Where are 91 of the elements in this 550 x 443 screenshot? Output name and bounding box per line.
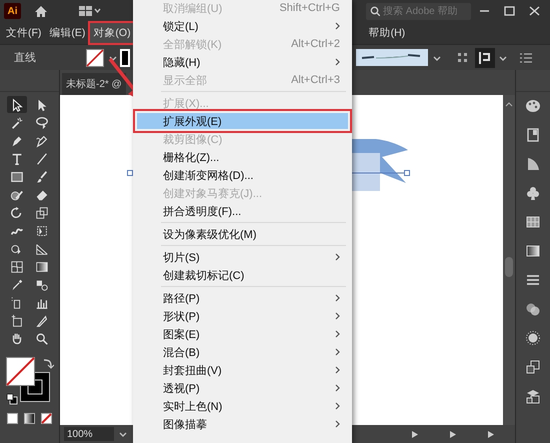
layers-squares-icon[interactable] [525, 359, 541, 375]
rotate-icon [10, 206, 24, 220]
scale-icon [35, 206, 49, 220]
mesh-icon [10, 260, 24, 274]
close-icon[interactable] [529, 6, 540, 16]
home-icon[interactable] [34, 4, 48, 18]
artboard-icon [10, 314, 24, 328]
stacked-layers-icon[interactable] [525, 388, 541, 404]
maximize-icon[interactable] [504, 6, 515, 16]
gradient-quarter-icon[interactable] [525, 156, 541, 172]
menu-item[interactable]: 透视(P) [137, 379, 348, 397]
caret-icon [108, 54, 118, 62]
caret-icon[interactable] [118, 430, 128, 438]
align-button[interactable] [475, 48, 495, 68]
grid-icon[interactable] [458, 53, 467, 62]
perspective-grid-icon [35, 242, 49, 256]
menu-item[interactable]: 混合(B) [137, 343, 348, 361]
swatch-page-icon[interactable] [525, 127, 541, 143]
paintbrush-icon [35, 170, 49, 184]
menu-item[interactable]: 图案(E) [137, 325, 348, 343]
scroll-up-icon[interactable] [505, 101, 513, 107]
palette-icon[interactable] [525, 98, 541, 114]
shortcut-text: Alt+Ctrl+3 [291, 74, 340, 86]
sun-icon[interactable] [525, 330, 541, 346]
club-icon[interactable] [525, 185, 541, 201]
menu-item[interactable]: 切片(S) [137, 248, 348, 266]
menu-item[interactable]: 实时上色(N) [137, 397, 348, 415]
magic-wand-icon [10, 116, 24, 130]
menu-item[interactable]: 拼合透明度(F)... [137, 202, 348, 220]
shortcut-text: Alt+Ctrl+2 [291, 38, 340, 50]
color-mode-icon[interactable] [7, 413, 18, 424]
menu-item[interactable]: 栅格化(Z)... [137, 148, 348, 166]
menu-bar-item[interactable]: 编辑(E) [46, 23, 88, 43]
play-triangle-icon[interactable] [449, 430, 457, 438]
menu-item[interactable]: 设为像素级优化(M) [137, 225, 348, 243]
menu-bar-item[interactable]: 帮助(H) [366, 23, 408, 43]
hand-icon [10, 332, 24, 346]
slice-icon [35, 314, 49, 328]
free-transform-icon [35, 224, 49, 238]
eyedropper-icon [10, 278, 24, 292]
caret-icon [432, 54, 442, 62]
default-colors-icon[interactable] [6, 393, 18, 405]
menu-item[interactable]: 路径(P) [137, 289, 348, 307]
menu-bar-item[interactable]: 文件(F) [3, 23, 44, 43]
color-swatch[interactable] [120, 48, 130, 66]
curvature-pen-icon [35, 134, 49, 148]
align-icon [479, 50, 491, 64]
workspace-icon[interactable] [79, 5, 101, 17]
tool-name-label: 直线 [14, 51, 37, 65]
zoom-icon [35, 332, 49, 346]
menu-item[interactable]: 锁定(L) [137, 17, 348, 35]
search-icon [370, 6, 380, 16]
fill-none-swatch-icon[interactable] [6, 357, 34, 386]
brush-grid-icon[interactable] [525, 214, 541, 230]
menu-item[interactable]: 封套扭曲(V) [137, 361, 348, 379]
pen-icon [10, 134, 24, 148]
swap-arrow-icon[interactable] [42, 357, 54, 369]
shortcut-text: Shift+Ctrl+G [279, 2, 340, 14]
none-mode-icon[interactable] [41, 413, 52, 424]
caret-icon [498, 54, 508, 62]
app-logo: Ai [4, 3, 21, 19]
play-triangle-icon[interactable] [487, 430, 495, 438]
ribbon-artwork-drawing [352, 139, 410, 192]
menu-item[interactable]: 创建裁切标记(C) [137, 266, 348, 284]
stroke-lines-icon[interactable] [525, 272, 541, 288]
gradient-icon [35, 260, 49, 274]
search-field[interactable]: 搜索 Adobe 帮助 [366, 2, 471, 20]
zoom-field[interactable]: 100% [64, 427, 114, 441]
gradient-swatch-icon[interactable] [525, 243, 541, 259]
line-icon [35, 152, 49, 166]
menu-item[interactable]: 扩展外观(E) [133, 109, 352, 133]
stroke-none-swatch-icon [86, 48, 104, 66]
menu-bar-item[interactable]: 对象(O) [90, 23, 134, 43]
type-icon [10, 152, 24, 166]
scrollbar-thumb[interactable] [505, 257, 513, 277]
transparency-circles-icon[interactable] [525, 301, 541, 317]
document-tab[interactable]: 未标题-2* @ [62, 73, 126, 95]
gradient-mode-icon[interactable] [24, 413, 35, 424]
blend-icon [35, 278, 49, 292]
lasso-icon [35, 116, 49, 130]
brush-stroke-preview-icon [356, 49, 428, 66]
list-icon[interactable] [520, 52, 532, 62]
rectangle-icon [10, 170, 24, 184]
menu-item[interactable]: 形状(P) [137, 307, 348, 325]
anchor-point-icon [127, 170, 133, 176]
selection-arrow-icon [10, 98, 24, 112]
play-triangle-icon[interactable] [411, 430, 419, 438]
tool-button[interactable] [7, 96, 27, 113]
menu-item[interactable]: 创建渐变网格(D)... [137, 166, 348, 184]
menu-item[interactable]: 图像描摹 [137, 415, 348, 433]
menu-item[interactable]: 隐藏(H) [137, 53, 348, 71]
